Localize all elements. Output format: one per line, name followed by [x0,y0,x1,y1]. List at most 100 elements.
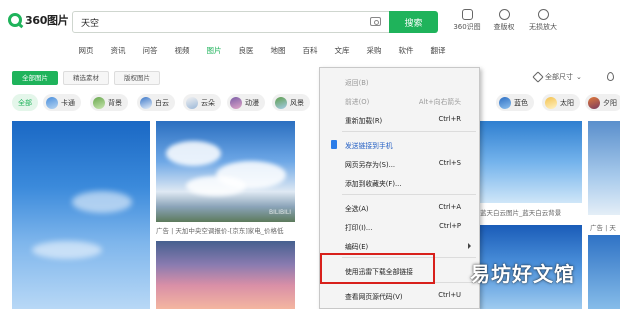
image-caption[interactable]: 广告 | 天加中央空调报价-[京东]家电_价格低 [156,225,295,235]
menu-send-to-phone[interactable]: 发送链接到手机 [320,138,479,151]
submenu-arrow-icon [468,243,471,249]
menu-item-label: 网页另存为(S)... [345,161,396,169]
nav-software[interactable]: 软件 [390,45,422,59]
logo[interactable]: 360图片 [8,10,69,30]
menu-item-label: 发送链接到手机 [345,142,393,150]
tag-label: 云朵 [201,98,215,107]
cloud-shape [166,141,221,166]
logo-icon [8,13,22,27]
cloud-shape [186,176,246,196]
nav-images[interactable]: 图片 [198,45,230,59]
nav-purchase[interactable]: 采购 [358,45,390,59]
tag-scenery[interactable]: 风景 [272,94,310,111]
tag-thumb [230,96,242,109]
menu-forward[interactable]: 前进(O) Alt+向右箭头 [320,94,479,107]
image-caption[interactable]: 蓝天白云图片_蓝天白云背景 [480,207,582,217]
tag-thumb [588,96,600,109]
result-image[interactable] [588,235,620,309]
tag-sunset[interactable]: 夕阳 [585,94,620,111]
tag-cartoon[interactable]: 卡通 [43,94,81,111]
nav-web[interactable]: 网页 [70,45,102,59]
size-filter[interactable]: 全部尺寸 ⌄ [532,71,582,83]
menu-print[interactable]: 打印(I)... Ctrl+P [320,220,479,233]
menu-item-label: 前进(O) [345,98,370,106]
menu-item-label: 打印(I)... [345,224,373,232]
logo-text: 360图片 [25,14,69,27]
tag-blue[interactable]: 蓝色 [496,94,534,111]
tool-upscale[interactable]: 无损放大 [523,9,563,32]
menu-item-label: 重新加载(R) [345,117,383,125]
nav-library[interactable]: 文库 [326,45,358,59]
result-image[interactable] [156,241,295,309]
tag-white-cloud[interactable]: 白云 [137,94,175,111]
menu-add-favorite[interactable]: 添加到收藏夹(F)... [320,176,479,189]
menu-item-shortcut: Ctrl+S [438,159,461,167]
highlight-annotation-box [320,253,435,284]
tag-label: 风景 [290,98,304,107]
menu-item-label: 返回(B) [345,79,369,87]
nav-video[interactable]: 视频 [166,45,198,59]
menu-item-shortcut: Ctrl+R [438,115,461,123]
color-drop-icon[interactable] [607,72,614,81]
search-category-nav: 网页 资讯 问答 视频 图片 良医 地图 百科 文库 采购 软件 翻译 [70,45,454,59]
tag-clouds[interactable]: 云朵 [183,94,221,111]
nav-baike[interactable]: 百科 [294,45,326,59]
nav-qa[interactable]: 问答 [134,45,166,59]
menu-item-label: 添加到收藏夹(F)... [345,180,402,188]
tag-all[interactable]: 全部 [12,94,38,111]
search-input[interactable] [73,12,363,32]
search-box [72,11,390,33]
size-filter-label: 全部尺寸 [545,73,573,81]
menu-encoding[interactable]: 编码(E) [320,239,479,252]
nav-doctor[interactable]: 良医 [230,45,262,59]
tool-image-recognition[interactable]: 360识图 [447,9,487,32]
menu-reload[interactable]: 重新加载(R) Ctrl+R [320,113,479,126]
tag-thumb [499,96,511,109]
tag-label: 太阳 [560,98,574,107]
cloud-shape [72,191,132,213]
cloud-shape [32,241,102,259]
filter-curated[interactable]: 精选素材 [63,71,109,85]
search-button[interactable]: 搜索 [389,11,438,33]
tool-copyright[interactable]: 查版权 [484,9,524,32]
result-image[interactable]: BILIBILI [156,121,295,222]
menu-item-label: 全选(A) [345,205,369,213]
nav-news[interactable]: 资讯 [102,45,134,59]
tag-thumb [275,96,287,109]
copyright-icon [498,9,510,20]
tag-thumb [186,96,198,109]
tag-thumb [140,96,152,109]
menu-select-all[interactable]: 全选(A) Ctrl+A [320,201,479,214]
chevron-down-icon: ⌄ [576,73,582,81]
filter-all-images[interactable]: 全部图片 [12,71,58,85]
tag-anime[interactable]: 动漫 [227,94,265,111]
nav-map[interactable]: 地图 [262,45,294,59]
tag-label: 背景 [108,98,122,107]
menu-item-shortcut: Alt+向右箭头 [418,98,461,106]
tag-thumb [545,96,557,109]
tag-sun[interactable]: 太阳 [542,94,580,111]
result-image[interactable] [479,121,582,203]
filter-copyright[interactable]: 版权图片 [114,71,160,85]
tag-label: 动漫 [245,98,259,107]
image-watermark: BILIBILI [269,209,291,216]
tag-label: 夕阳 [603,98,617,107]
result-image[interactable] [12,121,150,309]
tool-label: 查版权 [493,23,515,31]
menu-save-as[interactable]: 网页另存为(S)... Ctrl+S [320,157,479,170]
tag-icon [532,71,544,83]
menu-view-source[interactable]: 查看网页源代码(V) Ctrl+U [320,289,479,302]
nav-translate[interactable]: 翻译 [422,45,454,59]
tag-label: 白云 [155,98,169,107]
result-image[interactable] [588,121,620,215]
tag-label: 蓝色 [514,98,528,107]
menu-separator [342,131,476,132]
menu-item-shortcut: Ctrl+P [439,222,461,230]
menu-item-shortcut: Ctrl+A [438,203,461,211]
magnify-icon [537,9,549,20]
tag-background[interactable]: 背景 [90,94,128,111]
menu-item-label: 编码(E) [345,243,369,251]
camera-icon[interactable] [370,17,381,26]
menu-back[interactable]: 返回(B) [320,75,479,88]
image-caption[interactable]: 广告 | 天 [590,222,620,232]
